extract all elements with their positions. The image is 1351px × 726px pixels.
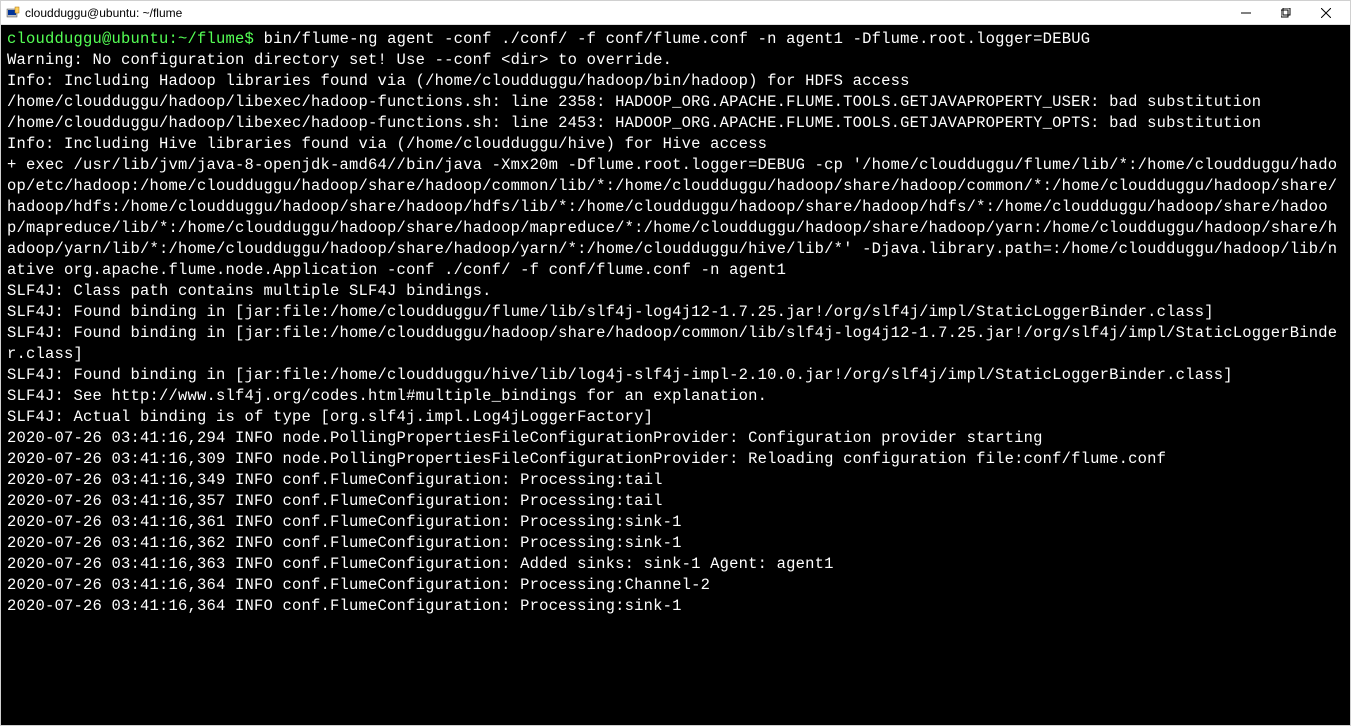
output-line: SLF4J: Found binding in [jar:file:/home/… <box>7 324 1337 363</box>
maximize-icon <box>1281 8 1291 18</box>
window-title: cloudduggu@ubuntu: ~/flume <box>25 6 1226 20</box>
output-line: 2020-07-26 03:41:16,362 INFO conf.FlumeC… <box>7 534 682 552</box>
close-icon <box>1321 8 1331 18</box>
window-controls <box>1226 2 1346 24</box>
output-line: Warning: No configuration directory set!… <box>7 51 672 69</box>
output-line: + exec /usr/lib/jvm/java-8-openjdk-amd64… <box>7 156 1337 279</box>
output-line: 2020-07-26 03:41:16,294 INFO node.Pollin… <box>7 429 1043 447</box>
output-line: 2020-07-26 03:41:16,364 INFO conf.FlumeC… <box>7 576 710 594</box>
close-button[interactable] <box>1306 2 1346 24</box>
maximize-button[interactable] <box>1266 2 1306 24</box>
minimize-button[interactable] <box>1226 2 1266 24</box>
minimize-icon <box>1241 8 1251 18</box>
output-line: /home/cloudduggu/hadoop/libexec/hadoop-f… <box>7 114 1261 132</box>
output-line: SLF4J: See http://www.slf4j.org/codes.ht… <box>7 387 767 405</box>
output-line: 2020-07-26 03:41:16,309 INFO node.Pollin… <box>7 450 1166 468</box>
prompt-line: cloudduggu@ubuntu:~/flume$ bin/flume-ng … <box>7 30 1090 48</box>
output-line: 2020-07-26 03:41:16,349 INFO conf.FlumeC… <box>7 471 663 489</box>
output-line: 2020-07-26 03:41:16,357 INFO conf.FlumeC… <box>7 492 663 510</box>
output-line: 2020-07-26 03:41:16,364 INFO conf.FlumeC… <box>7 597 682 615</box>
shell-prompt: cloudduggu@ubuntu:~/flume$ <box>7 30 254 48</box>
terminal[interactable]: cloudduggu@ubuntu:~/flume$ bin/flume-ng … <box>1 25 1350 725</box>
command-text: bin/flume-ng agent -conf ./conf/ -f conf… <box>264 30 1091 48</box>
output-line: SLF4J: Found binding in [jar:file:/home/… <box>7 366 1233 384</box>
output-line: Info: Including Hive libraries found via… <box>7 135 767 153</box>
output-line: SLF4J: Found binding in [jar:file:/home/… <box>7 303 1214 321</box>
output-line: 2020-07-26 03:41:16,361 INFO conf.FlumeC… <box>7 513 682 531</box>
putty-icon <box>5 5 21 21</box>
titlebar[interactable]: cloudduggu@ubuntu: ~/flume <box>1 1 1350 25</box>
output-line: Info: Including Hadoop libraries found v… <box>7 72 910 90</box>
window: cloudduggu@ubuntu: ~/flume clouddu <box>0 0 1351 726</box>
output-line: SLF4J: Class path contains multiple SLF4… <box>7 282 492 300</box>
output-line: 2020-07-26 03:41:16,363 INFO conf.FlumeC… <box>7 555 834 573</box>
output-line: SLF4J: Actual binding is of type [org.sl… <box>7 408 653 426</box>
output-line: /home/cloudduggu/hadoop/libexec/hadoop-f… <box>7 93 1261 111</box>
